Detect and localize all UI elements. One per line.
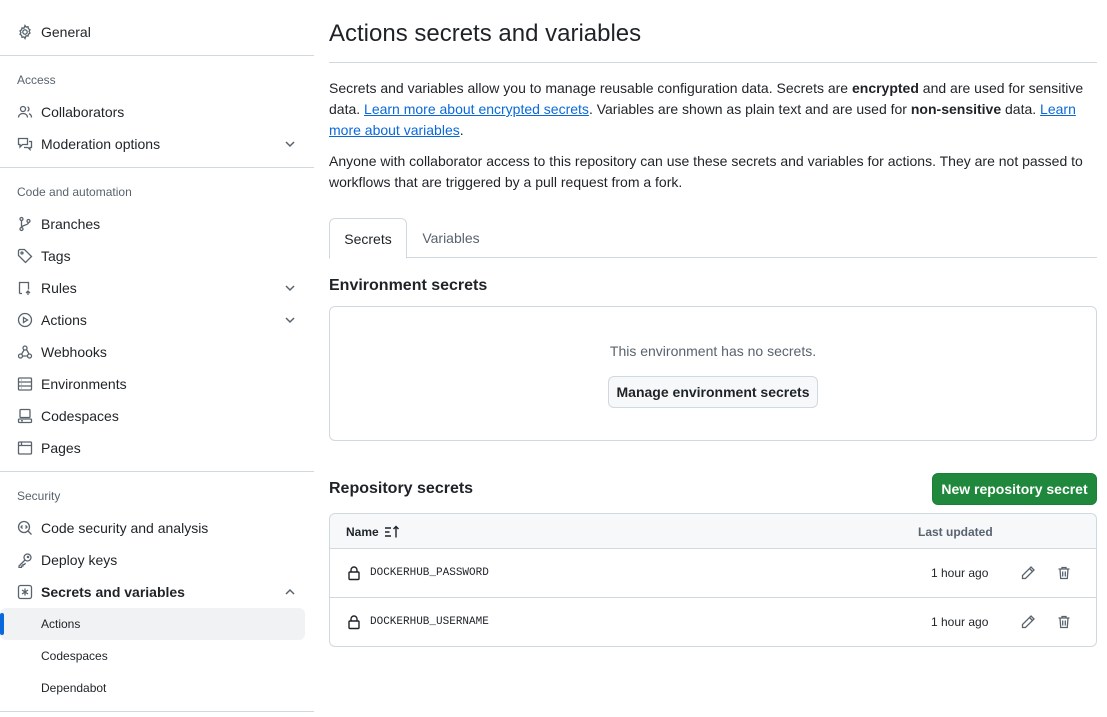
page-title: Actions secrets and variables — [329, 20, 642, 47]
table-row: DOCKERHUB_USERNAME 1 hour ago — [330, 598, 1096, 647]
sidebar-subitem-actions[interactable]: Actions — [0, 608, 305, 640]
sidebar-item-actions[interactable]: Actions — [0, 304, 305, 336]
sidebar-item-label: Code security and analysis — [41, 520, 209, 536]
server-icon — [16, 376, 33, 393]
sidebar-subitem-label: Codespaces — [41, 649, 108, 663]
section-title-code-automation: Code and automation — [17, 185, 132, 199]
column-header-name[interactable]: Name — [346, 525, 400, 539]
sidebar-item-label: General — [41, 24, 91, 40]
codespaces-icon — [16, 408, 33, 425]
intro-bold-encrypted: encrypted — [851, 80, 919, 96]
sidebar-divider — [0, 55, 314, 56]
sidebar-item-secrets-variables[interactable]: Secrets and variables — [0, 576, 305, 608]
sidebar-divider — [0, 167, 314, 168]
repo-push-icon — [16, 280, 33, 297]
sidebar-item-label: Pages — [41, 440, 81, 456]
sidebar-item-label: Environments — [41, 376, 127, 392]
sidebar-subitem-label: Dependabot — [41, 681, 107, 695]
secret-updated: 1 hour ago — [931, 615, 989, 629]
sort-ascending-icon[interactable] — [384, 525, 400, 539]
gear-icon — [16, 24, 33, 41]
sidebar-divider — [0, 711, 314, 712]
active-indicator — [0, 613, 4, 635]
codescan-icon — [16, 520, 33, 537]
environment-secrets-box: This environment has no secrets. Manage … — [329, 306, 1097, 441]
chevron-up-icon[interactable] — [283, 585, 297, 599]
intro-bold-non-sensitive: non-sensitive — [910, 101, 1002, 117]
tag-icon — [16, 248, 33, 265]
key-icon — [16, 552, 33, 569]
sidebar-item-label: Webhooks — [41, 344, 107, 360]
intro-text: data. — [1001, 101, 1041, 117]
sidebar-subitem-label: Actions — [41, 617, 81, 631]
sidebar-item-label: Collaborators — [41, 104, 125, 120]
manage-environment-secrets-button[interactable]: Manage environment secrets — [608, 376, 818, 408]
sidebar-divider — [0, 471, 314, 472]
chevron-down-icon[interactable] — [283, 281, 297, 295]
secret-name: DOCKERHUB_PASSWORD — [370, 567, 489, 579]
pencil-icon[interactable] — [1019, 613, 1037, 631]
lock-icon — [348, 566, 360, 581]
sidebar-item-label: Branches — [41, 216, 101, 232]
sidebar-item-codespaces[interactable]: Codespaces — [0, 400, 305, 432]
tab-secrets[interactable]: Secrets — [329, 218, 407, 259]
repository-secrets-table: Name Last updated DOCKERHUB_PASSWORD 1 h… — [329, 513, 1097, 647]
sidebar-item-label: Actions — [41, 312, 87, 328]
comment-discussion-icon — [16, 136, 33, 153]
secret-name: DOCKERHUB_USERNAME — [370, 616, 489, 628]
intro-text: . — [459, 122, 464, 138]
sidebar-item-general[interactable]: General — [0, 16, 305, 48]
table-header: Name Last updated — [330, 514, 1096, 549]
sidebar-item-webhooks[interactable]: Webhooks — [0, 336, 305, 368]
sidebar-item-moderation[interactable]: Moderation options — [0, 128, 305, 160]
intro-paragraph: Secrets and variables allow you to manag… — [329, 78, 1097, 141]
new-repository-secret-button[interactable]: New repository secret — [932, 473, 1097, 505]
sidebar-item-tags[interactable]: Tags — [0, 240, 305, 272]
sidebar-item-collaborators[interactable]: Collaborators — [0, 96, 305, 128]
intro-text: . Variables are shown as plain text and … — [588, 101, 911, 117]
sidebar-item-branches[interactable]: Branches — [0, 208, 305, 240]
people-icon — [16, 104, 33, 121]
environment-secrets-heading: Environment secrets — [329, 277, 488, 294]
repository-secrets-heading: Repository secrets — [329, 480, 474, 497]
tab-bar: Secrets Variables — [329, 218, 1097, 259]
play-icon — [16, 312, 33, 329]
trash-icon[interactable] — [1055, 613, 1073, 631]
sidebar-item-label: Deploy keys — [41, 552, 118, 568]
chevron-down-icon[interactable] — [283, 137, 297, 151]
section-title-access: Access — [17, 73, 56, 87]
asterisk-icon — [16, 584, 33, 601]
webhook-icon — [16, 344, 33, 361]
trash-icon[interactable] — [1055, 564, 1073, 582]
column-header-last-updated: Last updated — [918, 525, 993, 539]
settings-sidebar: General Access Collaborators Moderation … — [0, 0, 314, 717]
sidebar-item-code-security[interactable]: Code security and analysis — [0, 512, 305, 544]
sidebar-item-label: Tags — [41, 248, 71, 264]
access-note: Anyone with collaborator access to this … — [329, 153, 1083, 190]
sidebar-item-deploy-keys[interactable]: Deploy keys — [0, 544, 305, 576]
git-branch-icon — [16, 216, 33, 233]
chevron-down-icon[interactable] — [283, 313, 297, 327]
empty-state-text: This environment has no secrets. — [609, 343, 817, 359]
learn-more-secrets-link[interactable]: Learn more about encrypted secrets — [364, 101, 589, 117]
sidebar-item-label: Rules — [41, 280, 77, 296]
tab-variables[interactable]: Variables — [411, 218, 491, 258]
title-divider — [329, 62, 1097, 63]
sidebar-item-rules[interactable]: Rules — [0, 272, 305, 304]
sidebar-item-label: Codespaces — [41, 408, 119, 424]
sidebar-item-environments[interactable]: Environments — [0, 368, 305, 400]
sidebar-item-pages[interactable]: Pages — [0, 432, 305, 464]
column-header-label: Name — [346, 525, 379, 539]
intro-text: Secrets and variables allow you to manag… — [329, 80, 852, 96]
sidebar-item-label: Moderation options — [41, 136, 161, 152]
lock-icon — [348, 615, 360, 630]
secret-updated: 1 hour ago — [931, 566, 989, 580]
browser-icon — [16, 440, 33, 457]
table-row: DOCKERHUB_PASSWORD 1 hour ago — [330, 549, 1096, 598]
sidebar-subitem-codespaces[interactable]: Codespaces — [0, 640, 305, 672]
sidebar-item-label: Secrets and variables — [41, 584, 185, 600]
sidebar-subitem-dependabot[interactable]: Dependabot — [0, 672, 305, 704]
pencil-icon[interactable] — [1019, 564, 1037, 582]
section-title-security: Security — [17, 489, 61, 503]
